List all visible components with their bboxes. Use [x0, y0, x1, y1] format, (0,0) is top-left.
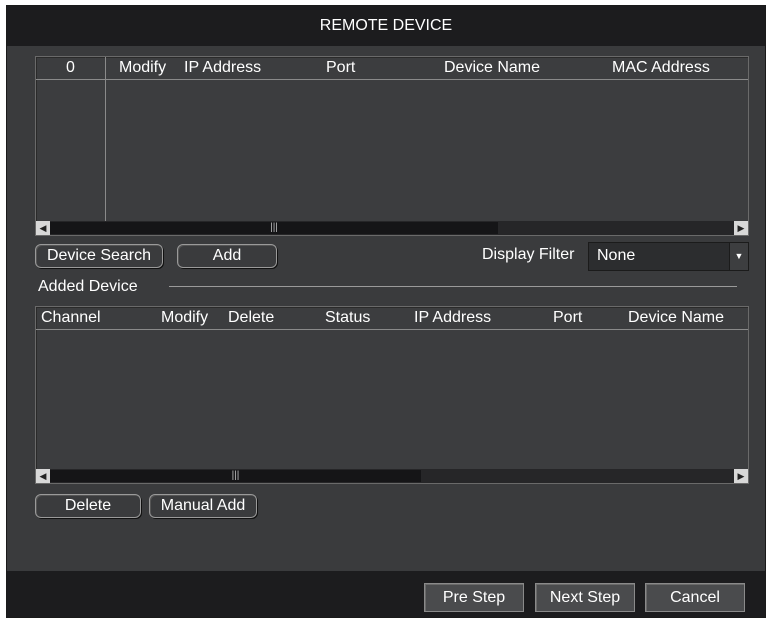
added-table-header: Channel Modify Delete Status IP Address … [36, 307, 748, 330]
dialog-title: REMOTE DEVICE [319, 17, 453, 34]
column-header-channel[interactable]: Channel [41, 309, 101, 327]
column-header-mac-address[interactable]: MAC Address [612, 59, 710, 77]
added-device-label: Added Device [38, 278, 138, 295]
scroll-left-arrow-icon[interactable]: ◀ [36, 469, 50, 483]
title-bar: REMOTE DEVICE [7, 6, 765, 46]
scroll-right-arrow-icon[interactable]: ▶ [734, 469, 748, 483]
column-header-ip-address[interactable]: IP Address [184, 59, 261, 77]
search-table-header: 0 Modify IP Address Port Device Name MAC… [36, 57, 748, 80]
column-header-port[interactable]: Port [326, 59, 355, 77]
column-header-device-name[interactable]: Device Name [444, 59, 540, 77]
manual-add-button[interactable]: Manual Add [149, 494, 257, 518]
add-button[interactable]: Add [177, 244, 277, 268]
display-filter-label: Display Filter [482, 246, 575, 263]
scrollbar-thumb[interactable]: ||| [50, 222, 498, 234]
dropdown-arrow-icon[interactable]: ▼ [729, 243, 748, 270]
scroll-grip-icon: ||| [231, 470, 240, 481]
column-divider [105, 57, 106, 221]
device-search-button[interactable]: Device Search [35, 244, 163, 268]
column-header-ip-address[interactable]: IP Address [414, 309, 491, 327]
next-step-button[interactable]: Next Step [535, 583, 635, 612]
column-header-port[interactable]: Port [553, 309, 582, 327]
display-filter-value: None [597, 247, 636, 264]
column-header-modify[interactable]: Modify [161, 309, 208, 327]
column-header-status[interactable]: Status [325, 309, 370, 327]
column-header-modify[interactable]: Modify [119, 59, 166, 77]
display-filter-select[interactable]: None ▼ [588, 242, 749, 271]
added-device-table: Channel Modify Delete Status IP Address … [35, 306, 749, 484]
column-header-device-name[interactable]: Device Name [628, 309, 724, 327]
scroll-right-arrow-icon[interactable]: ▶ [734, 221, 748, 235]
search-table-scrollbar[interactable]: ◀ ||| ▶ [36, 221, 748, 235]
pre-step-button[interactable]: Pre Step [424, 583, 524, 612]
scroll-grip-icon: ||| [270, 222, 278, 233]
scrollbar-thumb[interactable]: ||| [50, 470, 421, 482]
cancel-button[interactable]: Cancel [645, 583, 745, 612]
column-header-delete[interactable]: Delete [228, 309, 274, 327]
delete-button[interactable]: Delete [35, 494, 141, 518]
scroll-left-arrow-icon[interactable]: ◀ [36, 221, 50, 235]
search-results-table: 0 Modify IP Address Port Device Name MAC… [35, 56, 749, 236]
added-table-scrollbar[interactable]: ◀ ||| ▶ [36, 469, 748, 483]
footer-bar: Pre Step Next Step Cancel [7, 571, 765, 617]
remote-device-dialog: REMOTE DEVICE 0 Modify IP Address Port D… [6, 5, 766, 618]
column-header-index[interactable]: 0 [66, 59, 75, 77]
section-divider [169, 286, 737, 287]
